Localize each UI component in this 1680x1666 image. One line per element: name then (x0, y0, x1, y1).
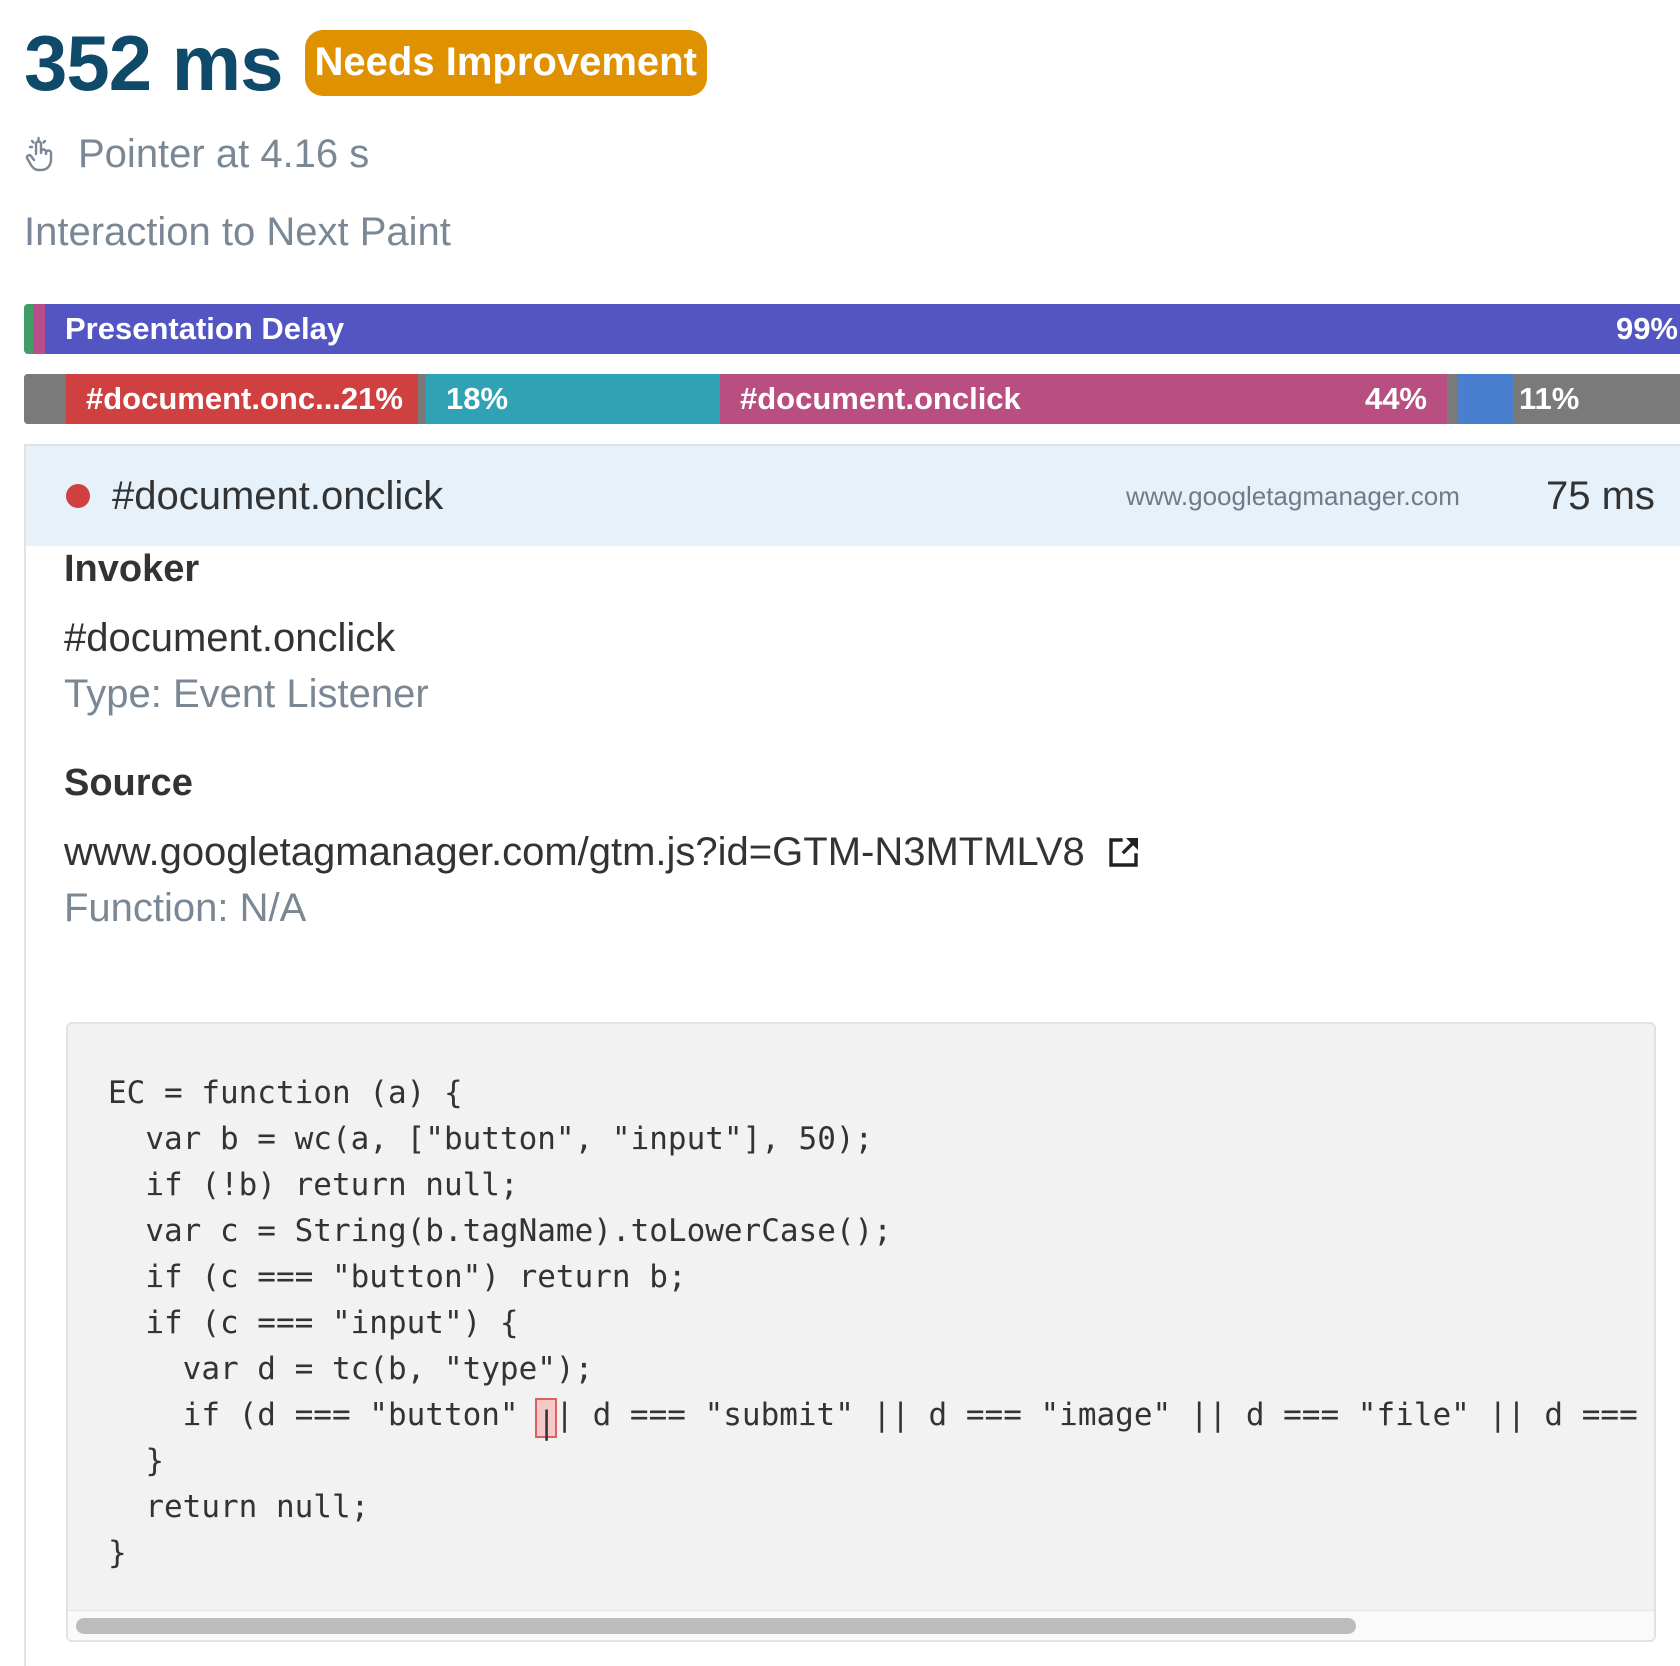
presentation-delay-segment[interactable]: Presentation Delay 99% (45, 304, 1680, 354)
external-link-icon[interactable] (1107, 835, 1141, 869)
script-color-dot (66, 484, 90, 508)
task-segment-idle (24, 374, 66, 424)
task-segment-label: #document.onc... (86, 381, 341, 416)
source-heading: Source (64, 762, 193, 804)
interaction-info: Pointer at 4.16 s (24, 132, 369, 177)
code-tail: } return null; } (108, 1443, 370, 1571)
presentation-delay-label: Presentation Delay (65, 311, 345, 346)
source-url[interactable]: www.googletagmanager.com/gtm.js?id=GTM-N… (64, 830, 1085, 874)
task-segment-gap (418, 374, 426, 424)
task-segment-label: #document.onclick (740, 381, 1021, 416)
script-domain: www.googletagmanager.com (1126, 480, 1460, 511)
task-segment-layout[interactable] (1457, 374, 1513, 424)
task-segment-percent: 21% (340, 381, 403, 416)
task-breakdown-bar[interactable]: #document.onc... 21% 18% #document.oncli… (24, 374, 1680, 424)
task-segment-script[interactable]: 18% (426, 374, 720, 424)
processing-segment[interactable] (33, 304, 45, 354)
phase-breakdown-bar[interactable]: Presentation Delay 99% (24, 304, 1680, 354)
rating-badge: Needs Improvement (304, 30, 707, 96)
input-delay-segment[interactable] (24, 304, 33, 354)
invoker-heading: Invoker (64, 548, 200, 590)
invoker-type: Type: Event Listener (64, 672, 429, 716)
pointer-tap-icon (25, 136, 53, 171)
script-detail-header[interactable]: #document.onclick www.googletagmanager.c… (26, 446, 1680, 546)
pointer-time: Pointer at 4.16 s (78, 132, 370, 176)
task-segment-onclick-1[interactable]: #document.onc... 21% (66, 374, 418, 424)
source-url-row: www.googletagmanager.com/gtm.js?id=GTM-N… (64, 830, 1141, 875)
task-segment-percent: 44% (1364, 381, 1427, 416)
inp-value: 352 ms (24, 19, 284, 107)
task-segment-percent: 18% (446, 381, 509, 416)
task-segment-gap (1447, 374, 1457, 424)
invoker-value: #document.onclick (64, 616, 396, 660)
scrollbar-thumb[interactable] (76, 1618, 1356, 1634)
horizontal-scrollbar[interactable] (68, 1610, 1654, 1640)
source-code: EC = function (a) { var b = wc(a, ["butt… (108, 1070, 1656, 1576)
source-code-viewer[interactable]: EC = function (a) { var b = wc(a, ["butt… (66, 1022, 1656, 1642)
code-after-cursor: | d === "submit" || d === "image" || d =… (555, 1397, 1656, 1433)
source-function: Function: N/A (64, 886, 307, 930)
code-highlight-cursor: | (535, 1398, 558, 1441)
task-segment-other[interactable]: 11% (1513, 374, 1680, 424)
metric-header: 352 ms Needs Improvement (24, 24, 707, 102)
task-segment-percent: 11% (1519, 381, 1580, 416)
metric-name: Interaction to Next Paint (24, 210, 451, 254)
presentation-delay-percent: 99% (1615, 311, 1678, 346)
script-duration: 75 ms (1546, 473, 1655, 518)
code-before-cursor: EC = function (a) { var b = wc(a, ["butt… (108, 1075, 892, 1433)
script-title: #document.onclick (112, 473, 444, 518)
task-segment-onclick-2[interactable]: #document.onclick 44% (720, 374, 1447, 424)
